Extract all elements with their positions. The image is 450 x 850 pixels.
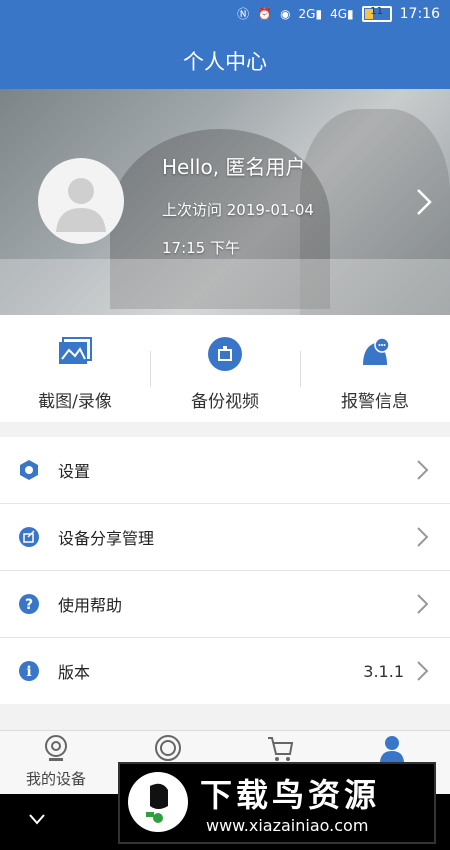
signal-icon: 4G▮ [330, 7, 354, 21]
quick-action-label: 报警信息 [341, 392, 409, 412]
help-icon: ? [19, 594, 39, 614]
camera-icon [45, 735, 67, 761]
quick-action-backup[interactable]: 备份视频 [150, 315, 300, 422]
status-time: 17:16 [399, 6, 440, 22]
chevron-right-icon [417, 527, 429, 547]
user-icon [380, 736, 404, 762]
watermark-overlay: 下载鸟资源 www.xiazainiao.com [118, 762, 436, 844]
menu-item-help[interactable]: ? 使用帮助 [0, 571, 450, 638]
chevron-right-icon [417, 460, 429, 480]
greeting: Hello, 匿名用户 [162, 155, 306, 179]
chevron-right-icon[interactable] [412, 187, 436, 217]
battery-icon: 11 [361, 6, 392, 22]
quick-action-screenshot[interactable]: 截图/录像 [0, 315, 150, 422]
alarm-bell-icon [363, 337, 390, 365]
alarm-icon: ⏰ [257, 7, 273, 21]
quick-action-alarm[interactable]: 报警信息 [300, 315, 450, 422]
page-title: 个人中心 [183, 49, 267, 74]
quick-action-label: 截图/录像 [38, 392, 112, 412]
app-bar: 个人中心 [0, 32, 450, 89]
svg-text:i: i [26, 664, 31, 680]
settings-menu: 设置 设备分享管理 ? 使用帮助 i 版本 3.1.1 [0, 437, 450, 704]
svg-text:?: ? [25, 597, 33, 613]
quick-action-label: 备份视频 [191, 392, 259, 412]
visit-time: 17:15 下午 [162, 239, 240, 257]
info-icon: i [19, 661, 39, 681]
cloud-disc-icon [155, 735, 181, 761]
chevron-down-icon[interactable] [28, 812, 46, 826]
menu-item-share[interactable]: 设备分享管理 [0, 504, 450, 571]
status-bar: Ⓝ ⏰ ◉ 2G▮ 4G▮ 11 17:16 [0, 0, 450, 32]
eye-icon: ◉ [280, 7, 291, 21]
watermark-logo [128, 772, 188, 832]
avatar[interactable] [38, 158, 124, 244]
background-photo [0, 259, 450, 315]
last-visit: 上次访问 2019-01-04 [162, 201, 314, 219]
backup-video-icon [208, 337, 242, 371]
screenshot-icon [59, 337, 92, 364]
menu-item-version[interactable]: i 版本 3.1.1 [0, 638, 450, 704]
version-value: 3.1.1 [363, 661, 404, 681]
menu-item-label: 使用帮助 [58, 596, 123, 615]
menu-item-label: 版本 [58, 663, 91, 682]
cart-icon [268, 737, 294, 761]
menu-item-label: 设备分享管理 [58, 529, 155, 548]
tab-my-devices[interactable]: 我的设备 [0, 731, 112, 795]
status-icons: Ⓝ ⏰ ◉ 2G▮ 4G▮ 11 17:16 [237, 6, 440, 22]
tab-label: 我的设备 [25, 770, 86, 788]
signal-icon: 2G▮ [298, 7, 323, 21]
quick-actions: 截图/录像 备份视频 报警信息 [0, 315, 450, 422]
share-icon [19, 527, 39, 547]
profile-header[interactable]: Hello, 匿名用户 上次访问 2019-01-04 17:15 下午 [0, 89, 450, 315]
watermark-title: 下载鸟资源 [200, 776, 381, 814]
menu-item-label: 设置 [58, 462, 91, 481]
menu-item-settings[interactable]: 设置 [0, 437, 450, 504]
chevron-right-icon [417, 594, 429, 614]
avatar-placeholder-icon [56, 178, 106, 232]
nfc-icon: Ⓝ [237, 7, 250, 21]
chevron-right-icon [417, 661, 429, 681]
settings-icon [20, 460, 38, 480]
watermark-url: www.xiazainiao.com [206, 816, 369, 835]
